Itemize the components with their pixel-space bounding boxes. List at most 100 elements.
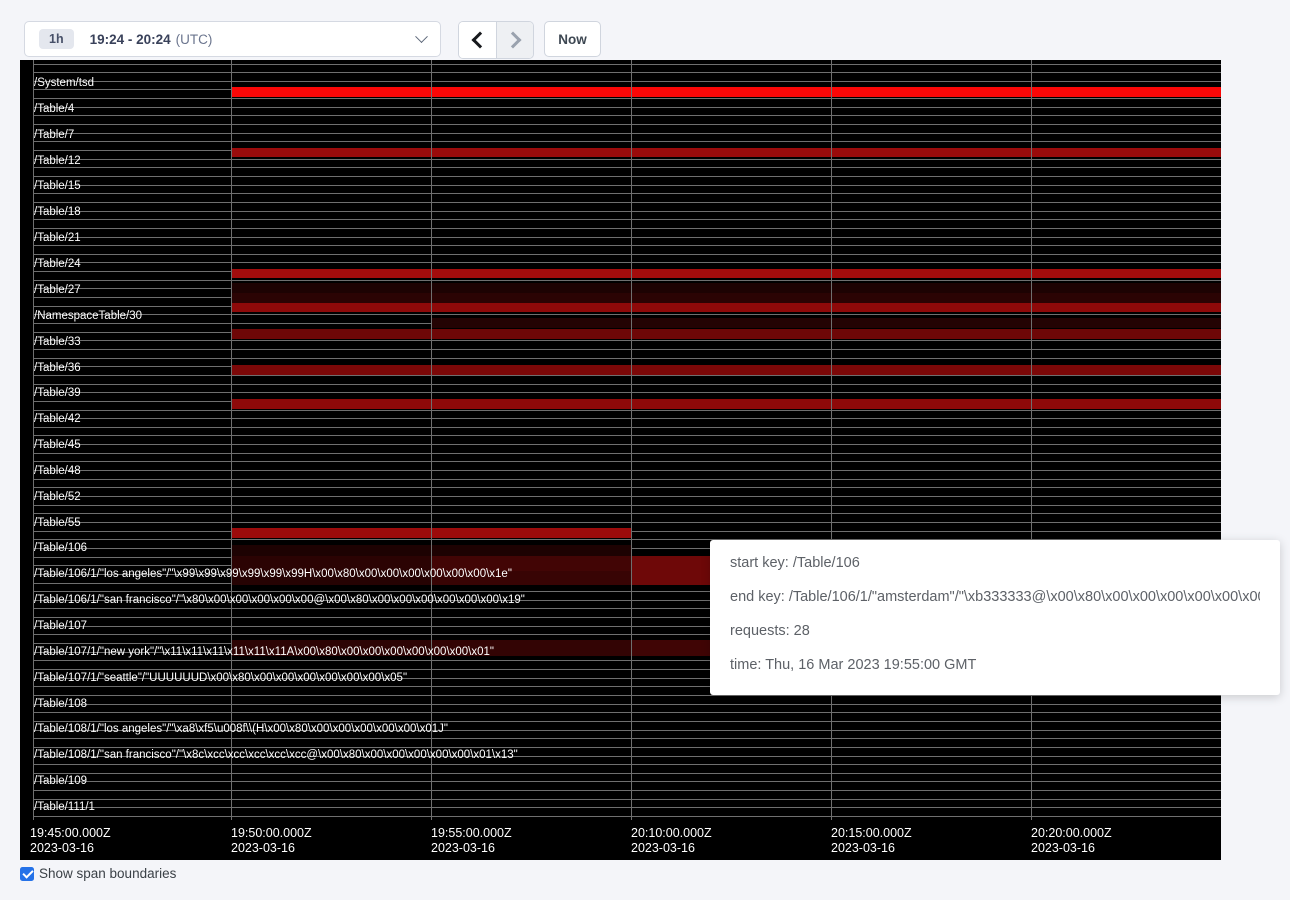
now-button[interactable]: Now	[544, 21, 601, 57]
span-boundary-line	[33, 479, 1221, 480]
show-span-boundaries-label: Show span boundaries	[39, 866, 176, 881]
span-boundary-line	[33, 176, 1221, 177]
span-boundary-line	[33, 384, 1221, 385]
span-boundary-line	[33, 487, 1221, 488]
span-boundary-line	[33, 392, 1221, 393]
span-boundary-line	[33, 314, 1221, 315]
span-boundary-line	[33, 358, 1221, 359]
span-label: /Table/21	[34, 232, 81, 244]
span-boundary-line	[33, 159, 1221, 160]
span-boundary-line	[33, 262, 1221, 263]
time-gridline	[1031, 60, 1032, 820]
span-boundary-line	[33, 64, 1221, 65]
span-boundary-line	[33, 712, 1221, 713]
time-gridline	[631, 60, 632, 820]
span-boundary-line	[33, 349, 1221, 350]
span-label: /Table/39	[34, 387, 81, 399]
tooltip-requests: requests: 28	[730, 621, 1260, 641]
heat-band	[231, 148, 1221, 157]
span-boundary-line	[33, 141, 1221, 142]
heat-band	[231, 293, 1221, 303]
tooltip-end-key: end key: /Table/106/1/"amsterdam"/"\xb33…	[730, 587, 1260, 607]
span-label: /Table/108/1/"san francisco"/"\x8c\xcc\x…	[34, 749, 518, 761]
time-range-selector[interactable]: 1h 19:24 - 20:24(UTC)	[24, 21, 441, 57]
span-boundary-line	[33, 115, 1221, 116]
span-label: /Table/48	[34, 465, 81, 477]
heat-band	[231, 365, 1221, 375]
span-label: /Table/108/1/"los angeles"/"\xa8\xf5\u00…	[34, 723, 448, 735]
span-boundary-line	[33, 695, 1221, 696]
span-boundary-line	[33, 107, 1221, 108]
span-boundary-line	[33, 470, 1221, 471]
span-label: /Table/18	[34, 206, 81, 218]
span-label: /Table/33	[34, 336, 81, 348]
span-label: /NamespaceTable/30	[34, 310, 142, 322]
span-label: /Table/15	[34, 180, 81, 192]
span-boundary-line	[33, 219, 1221, 220]
span-boundary-line	[33, 505, 1221, 506]
span-label: /Table/106	[34, 542, 87, 554]
span-label: /Table/36	[34, 362, 81, 374]
next-range-button[interactable]	[496, 22, 533, 58]
x-axis-tick-time: 20:20:00.000Z	[1031, 826, 1112, 841]
show-span-boundaries-control: Show span boundaries	[20, 866, 176, 881]
prev-range-button[interactable]	[459, 22, 496, 58]
heat-band	[231, 329, 1221, 339]
x-axis-tick-date: 2023-03-16	[30, 841, 94, 856]
show-span-boundaries-checkbox[interactable]	[20, 867, 34, 881]
span-boundary-line	[33, 513, 1221, 514]
span-boundary-line	[33, 764, 1221, 765]
duration-badge: 1h	[39, 29, 74, 50]
span-boundary-line	[33, 799, 1221, 800]
heat-band	[231, 269, 1221, 278]
span-label: /Table/107/1/"new york"/"\x11\x11\x11\x1…	[34, 646, 494, 658]
span-boundary-line	[33, 245, 1221, 246]
span-boundary-line	[33, 461, 1221, 462]
span-label: /Table/109	[34, 775, 87, 787]
heat-band	[231, 283, 1221, 293]
span-boundary-line	[33, 522, 1221, 523]
span-boundary-line	[33, 410, 1221, 411]
span-boundary-line	[33, 704, 1221, 705]
span-label: /Table/55	[34, 517, 81, 529]
span-boundary-line	[33, 237, 1221, 238]
span-label: /Table/7	[34, 129, 74, 141]
span-boundary-line	[33, 738, 1221, 739]
x-axis-tick-date: 2023-03-16	[831, 841, 895, 856]
span-boundary-line	[33, 193, 1221, 194]
span-label: /Table/107/1/"seattle"/"UUUUUUD\x00\x80\…	[34, 672, 407, 684]
heatmap-tooltip: start key: /Table/106 end key: /Table/10…	[710, 540, 1280, 695]
span-boundary-line	[33, 124, 1221, 125]
time-gridline	[231, 60, 232, 820]
x-axis-tick-time: 19:45:00.000Z	[30, 826, 111, 841]
span-boundary-line	[33, 167, 1221, 168]
x-axis-tick-date: 2023-03-16	[431, 841, 495, 856]
time-gridline	[431, 60, 432, 820]
span-boundary-line	[33, 280, 1221, 281]
span-boundary-line	[33, 453, 1221, 454]
span-boundary-line	[33, 202, 1221, 203]
heat-band	[231, 87, 1221, 97]
span-boundary-line	[33, 211, 1221, 212]
x-axis-tick-date: 2023-03-16	[231, 841, 295, 856]
key-visualizer-heatmap[interactable]: /System/tsd/Table/4/Table/7/Table/12/Tab…	[20, 60, 1221, 860]
span-label: /System/tsd	[34, 77, 94, 89]
tooltip-start-key: start key: /Table/106	[730, 553, 1260, 573]
span-boundary-line	[33, 816, 1221, 817]
span-label: /Table/24	[34, 258, 81, 270]
span-boundary-line	[33, 427, 1221, 428]
x-axis-tick-time: 20:10:00.000Z	[631, 826, 712, 841]
chevron-down-icon	[415, 30, 428, 43]
span-boundary-line	[33, 133, 1221, 134]
span-boundary-line	[33, 185, 1221, 186]
span-label: /Table/42	[34, 413, 81, 425]
span-boundary-line	[33, 418, 1221, 419]
span-label: /Table/106/1/"san francisco"/"\x80\x00\x…	[34, 594, 525, 606]
span-label: /Table/12	[34, 155, 81, 167]
span-boundary-line	[33, 807, 1221, 808]
time-gridline	[831, 60, 832, 820]
span-boundary-line	[33, 228, 1221, 229]
heat-band	[231, 399, 1221, 409]
span-label: /Table/45	[34, 439, 81, 451]
span-boundary-line	[33, 790, 1221, 791]
